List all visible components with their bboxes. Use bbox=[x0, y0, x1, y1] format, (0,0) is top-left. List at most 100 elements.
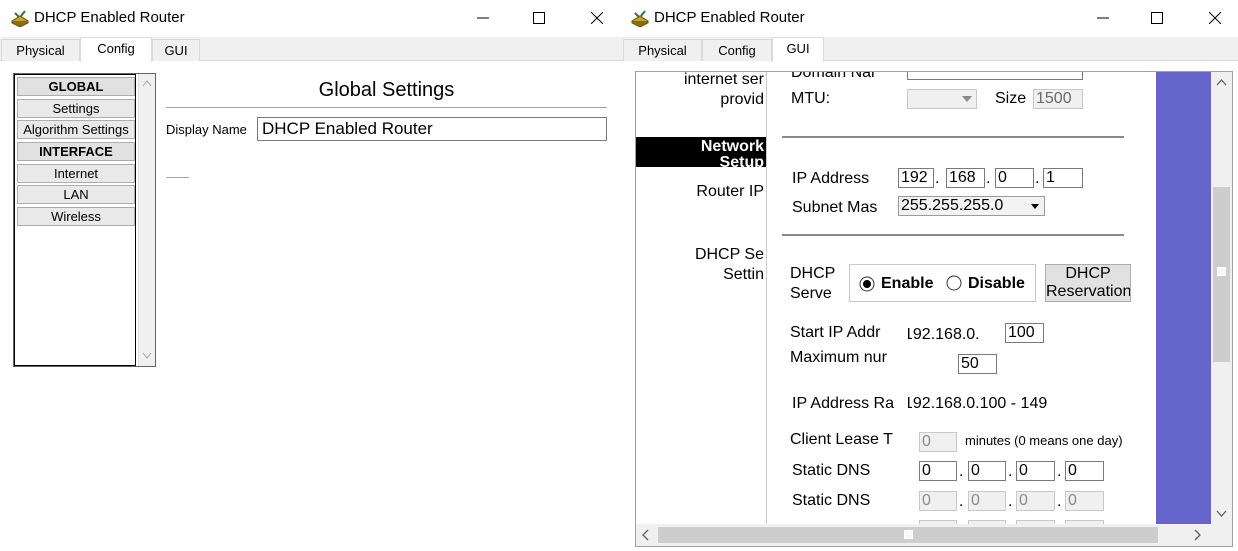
dot-separator: . bbox=[986, 170, 991, 187]
dot-separator: . bbox=[1035, 170, 1040, 187]
sidebar-item-lan[interactable]: LAN bbox=[17, 185, 135, 204]
dropdown-arrow-icon bbox=[1031, 204, 1039, 209]
sidebar-scrollbar[interactable] bbox=[138, 74, 155, 366]
subnet-mask-label: Subnet Mas bbox=[792, 199, 878, 216]
title-bar[interactable]: DHCP Enabled Router bbox=[620, 0, 1238, 36]
vertical-scrollbar[interactable] bbox=[1211, 72, 1232, 524]
ip-octet-1[interactable]: 192 bbox=[898, 168, 934, 188]
ip-octet-2[interactable]: 168 bbox=[946, 168, 985, 188]
maximize-button[interactable] bbox=[1134, 0, 1180, 36]
static-dns-2-octet-4[interactable]: 0 bbox=[1065, 491, 1104, 511]
router-icon bbox=[10, 10, 30, 27]
window-title: DHCP Enabled Router bbox=[34, 9, 185, 26]
lease-time-input[interactable]: 0 bbox=[919, 432, 957, 452]
static-dns-2-octet-3[interactable]: 0 bbox=[1016, 491, 1055, 511]
lease-time-note: minutes (0 means one day) bbox=[965, 433, 1122, 448]
side-panel bbox=[1156, 72, 1211, 524]
close-button[interactable] bbox=[1192, 0, 1238, 36]
reservation-button-line-2: Reservation bbox=[1046, 283, 1131, 300]
size-input[interactable]: 1500 bbox=[1033, 89, 1083, 109]
gui-window: DHCP Enabled Router Physical Config GUI … bbox=[620, 0, 1238, 551]
sidebar-item-settings[interactable]: Settings bbox=[17, 99, 135, 118]
dot-separator: . bbox=[1008, 493, 1013, 510]
vertical-scroll-thumb[interactable] bbox=[1213, 187, 1230, 362]
tab-physical[interactable]: Physical bbox=[1, 39, 80, 61]
ip-octet-4[interactable]: 1 bbox=[1043, 168, 1083, 188]
dropdown-arrow-icon bbox=[962, 96, 972, 102]
static-dns-2-octet-1[interactable]: 0 bbox=[919, 491, 957, 511]
display-name-input[interactable]: DHCP Enabled Router bbox=[257, 117, 607, 141]
network-setup-header: Network Setup bbox=[636, 137, 766, 167]
static-dns-1-octet-4[interactable]: 0 bbox=[1065, 461, 1104, 481]
maximize-icon bbox=[1151, 12, 1163, 24]
start-ip-label: Start IP Addr bbox=[790, 324, 881, 341]
section-separator bbox=[782, 136, 1124, 138]
dot-separator: . bbox=[1057, 463, 1062, 480]
internet-service-label: internet ser bbox=[683, 71, 764, 88]
ip-octet-3[interactable]: 0 bbox=[995, 168, 1034, 188]
section-separator bbox=[782, 234, 1124, 236]
ip-range-value: 192.168.0.100 - 149 bbox=[908, 395, 1048, 412]
start-ip-input[interactable]: 100 bbox=[1005, 323, 1044, 343]
minimize-button[interactable] bbox=[1080, 0, 1126, 36]
dot-separator: . bbox=[959, 463, 964, 480]
tab-bar: Physical Config GUI bbox=[0, 37, 620, 62]
sidebar-item-algorithm-settings[interactable]: Algorithm Settings bbox=[17, 120, 135, 139]
gui-form: Domain Nar MTU: Size 1500 IP Address 192… bbox=[766, 72, 1156, 524]
disable-radio-label[interactable]: Disable bbox=[968, 275, 1036, 293]
static-dns-1-octet-2[interactable]: 0 bbox=[968, 461, 1006, 481]
dhcp-server-label-1: DHCP bbox=[790, 265, 836, 282]
config-sidebar: GLOBAL Settings Algorithm Settings INTER… bbox=[13, 73, 156, 367]
static-dns-1-octet-1[interactable]: 0 bbox=[919, 461, 957, 481]
sidebar-header-global[interactable]: GLOBAL bbox=[17, 77, 135, 96]
router-web-gui: internet ser provid Network Setup Router… bbox=[635, 71, 1233, 547]
sidebar-item-internet[interactable]: Internet bbox=[17, 164, 135, 183]
horizontal-scrollbar[interactable] bbox=[636, 524, 1232, 546]
static-dns-2-label: Static DNS bbox=[792, 492, 871, 509]
dhcp-server-section-label: DHCP Se bbox=[694, 246, 764, 263]
dhcp-server-label-2: Serve bbox=[790, 285, 832, 302]
horizontal-scroll-thumb[interactable] bbox=[658, 527, 1158, 543]
sidebar-list: GLOBAL Settings Algorithm Settings INTER… bbox=[14, 74, 136, 366]
divider bbox=[166, 177, 189, 178]
thumb-grip bbox=[904, 530, 913, 539]
gui-section-labels: internet ser provid Network Setup Router… bbox=[636, 72, 766, 524]
tab-config[interactable]: Config bbox=[80, 37, 152, 62]
sidebar-header-interface[interactable]: INTERFACE bbox=[17, 142, 135, 161]
dot-separator: . bbox=[1057, 493, 1062, 510]
max-users-input[interactable]: 50 bbox=[958, 354, 997, 374]
tab-bar: Physical Config GUI bbox=[620, 37, 1238, 62]
close-button[interactable] bbox=[574, 0, 620, 36]
radio-selected-icon[interactable] bbox=[859, 276, 875, 292]
reservation-button-line-1: DHCP bbox=[1065, 265, 1111, 282]
title-divider bbox=[166, 107, 607, 108]
settings-section-label: Settin bbox=[723, 266, 764, 283]
subnet-mask-select[interactable]: 255.255.255.0 bbox=[898, 196, 1045, 216]
radio-unselected-icon[interactable] bbox=[946, 275, 962, 291]
display-name-label: Display Name bbox=[166, 122, 247, 137]
static-dns-1-octet-3[interactable]: 0 bbox=[1016, 461, 1055, 481]
sidebar-item-wireless[interactable]: Wireless bbox=[17, 207, 135, 226]
tab-config[interactable]: Config bbox=[702, 39, 772, 61]
domain-name-input[interactable] bbox=[907, 72, 1083, 80]
ip-address-label: IP Address bbox=[792, 170, 870, 187]
tab-gui[interactable]: GUI bbox=[772, 37, 824, 62]
minimize-icon bbox=[477, 17, 489, 19]
dhcp-reservation-button[interactable]: DHCP Reservation bbox=[1045, 264, 1131, 302]
mtu-select[interactable] bbox=[907, 89, 977, 109]
dot-separator: . bbox=[1008, 463, 1013, 480]
enable-radio-label[interactable]: Enable bbox=[881, 275, 937, 293]
tab-gui[interactable]: GUI bbox=[152, 39, 200, 61]
minimize-button[interactable] bbox=[460, 0, 506, 36]
dot-separator: . bbox=[935, 170, 940, 187]
ip-range-label: IP Address Ra bbox=[792, 395, 894, 412]
title-bar[interactable]: DHCP Enabled Router bbox=[0, 0, 620, 36]
router-ip-label: Router IP bbox=[696, 183, 764, 200]
maximize-button[interactable] bbox=[516, 0, 562, 36]
static-dns-2-octet-2[interactable]: 0 bbox=[968, 491, 1006, 511]
size-label: Size bbox=[995, 90, 1027, 107]
page-title: Global Settings bbox=[318, 79, 455, 101]
tab-physical[interactable]: Physical bbox=[623, 39, 702, 61]
minimize-icon bbox=[1097, 17, 1109, 19]
mtu-label: MTU: bbox=[791, 90, 831, 107]
